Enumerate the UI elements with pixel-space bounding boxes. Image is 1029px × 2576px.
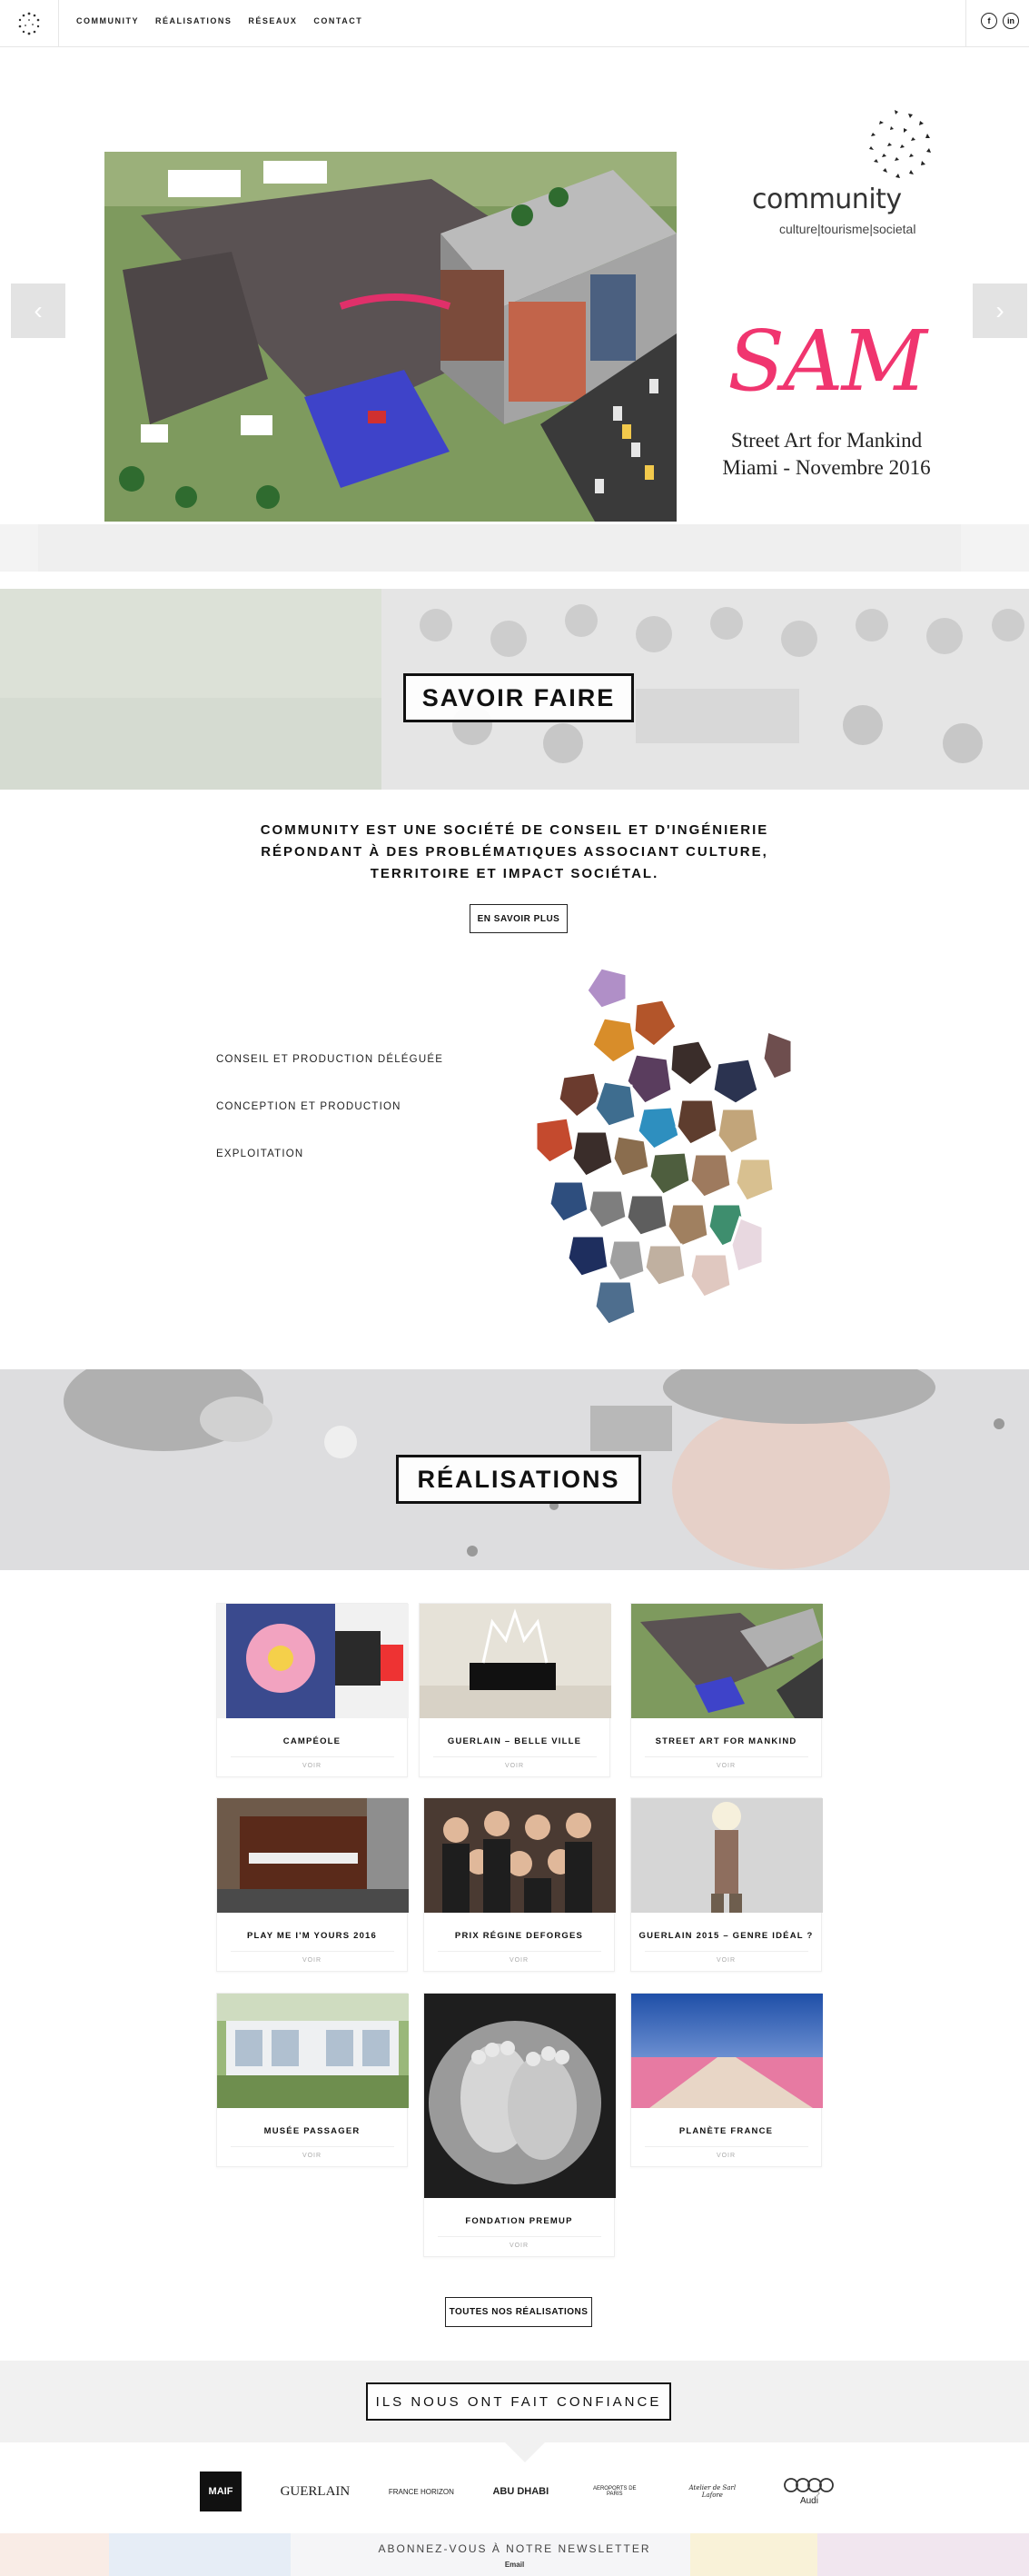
voir-link[interactable]: VOIR bbox=[420, 1757, 609, 1776]
slider-prev-button[interactable]: ‹ bbox=[11, 283, 65, 338]
newsletter-label: ABONNEZ-VOUS À NOTRE NEWSLETTER bbox=[378, 2542, 651, 2555]
realisation-card[interactable]: FONDATION PREMUP VOIR bbox=[423, 1993, 616, 2257]
trust-heading: ILS NOUS ONT FAIT CONFIANCE bbox=[366, 2382, 671, 2421]
community-logo-mini[interactable] bbox=[16, 11, 42, 36]
realisation-thumbnail bbox=[424, 1994, 616, 2198]
voir-link[interactable]: VOIR bbox=[217, 1757, 407, 1776]
en-savoir-plus-button[interactable]: EN SAVOIR PLUS bbox=[470, 904, 568, 933]
client-logo-abu-dhabi: ABU DHABI bbox=[492, 2486, 549, 2497]
hero-slide-image bbox=[104, 152, 677, 522]
social-links: f in bbox=[981, 13, 1019, 29]
realisation-card[interactable]: GUERLAIN – BELLE VILLE VOIR bbox=[419, 1603, 611, 1777]
voir-link[interactable]: VOIR bbox=[424, 2237, 614, 2256]
slide-subtitle: Street Art for Mankind Miami - Novembre … bbox=[704, 427, 949, 482]
service-item[interactable]: CONCEPTION ET PRODUCTION bbox=[216, 1101, 443, 1149]
photo-mosaic bbox=[534, 963, 826, 1345]
trust-band-notch bbox=[505, 2442, 545, 2462]
realisation-thumbnail bbox=[420, 1604, 611, 1718]
voir-link[interactable]: VOIR bbox=[631, 2147, 821, 2166]
nav-community[interactable]: COMMUNITY bbox=[76, 16, 139, 25]
community-brand-logo: community culture|tourisme|societal bbox=[745, 102, 954, 247]
voir-link[interactable]: VOIR bbox=[631, 1757, 821, 1776]
realisation-thumbnail bbox=[424, 1798, 616, 1913]
realisation-thumbnail bbox=[631, 1798, 823, 1913]
savoir-faire-intro: COMMUNITY EST UNE SOCIÉTÉ DE CONSEIL ET … bbox=[260, 822, 769, 881]
realisation-title: GUERLAIN – BELLE VILLE bbox=[447, 1736, 582, 1746]
slider-thumb-strip bbox=[0, 524, 1029, 572]
client-logo-maif: MAIF bbox=[200, 2472, 242, 2511]
all-realisations-button[interactable]: TOUTES NOS RÉALISATIONS bbox=[445, 2297, 592, 2327]
services-list: CONSEIL ET PRODUCTION DÉLÉGUÉE CONCEPTIO… bbox=[216, 1054, 443, 1196]
realisation-card[interactable]: PRIX RÉGINE DEFORGES VOIR bbox=[423, 1797, 616, 1972]
nav-contact[interactable]: CONTACT bbox=[313, 16, 362, 25]
client-logo-audi: Audi bbox=[783, 2477, 836, 2506]
nav-reseaux[interactable]: RÉSEAUX bbox=[248, 16, 297, 25]
slider-next-button[interactable]: › bbox=[973, 283, 1027, 338]
realisation-card[interactable]: GUERLAIN 2015 – GENRE IDÉAL ? VOIR bbox=[630, 1797, 823, 1972]
slider-thumb-strip-inner bbox=[38, 524, 961, 572]
realisation-card[interactable]: PLAY ME I'M YOURS 2016 VOIR bbox=[216, 1797, 409, 1972]
realisation-thumbnail bbox=[631, 1994, 823, 2108]
voir-link[interactable]: VOIR bbox=[424, 1952, 614, 1971]
newsletter-section: ABONNEZ-VOUS À NOTRE NEWSLETTER Email bbox=[0, 2533, 1029, 2576]
service-item: EXPLOITATION bbox=[216, 1149, 304, 1159]
realisation-title: GUERLAIN 2015 – GENRE IDÉAL ? bbox=[638, 1931, 814, 1941]
realisation-card[interactable]: CAMPÉOLE VOIR bbox=[216, 1603, 409, 1777]
client-logo-france-horizon: FRANCE HORIZON bbox=[388, 2487, 454, 2496]
newsletter-email-field[interactable]: Email bbox=[0, 2561, 1029, 2569]
chevron-left-icon: ‹ bbox=[34, 296, 43, 324]
voir-link[interactable]: VOIR bbox=[217, 2147, 407, 2166]
realisation-card[interactable]: PLANÈTE FRANCE VOIR bbox=[630, 1993, 823, 2167]
chevron-right-icon: › bbox=[995, 296, 1004, 324]
savoir-faire-heading: SAVOIR FAIRE bbox=[403, 673, 634, 722]
linkedin-icon[interactable]: in bbox=[1003, 13, 1019, 29]
realisation-title: STREET ART FOR MANKIND bbox=[655, 1736, 797, 1746]
realisation-thumbnail bbox=[217, 1604, 409, 1718]
service-item[interactable]: CONSEIL ET PRODUCTION DÉLÉGUÉE bbox=[216, 1054, 443, 1101]
client-logo-atelier: Atelier de Sarl Lafore bbox=[688, 2484, 737, 2499]
client-logo-mark: MAIF bbox=[200, 2472, 242, 2511]
realisation-title: FONDATION PREMUP bbox=[465, 2216, 573, 2226]
client-logos: MAIF GUERLAIN FRANCE HORIZON ABU DHABI A… bbox=[200, 2461, 836, 2522]
voir-link[interactable]: VOIR bbox=[217, 1952, 407, 1971]
realisation-title: CAMPÉOLE bbox=[282, 1736, 341, 1746]
client-logo-label: Audi bbox=[799, 2496, 818, 2506]
realisation-thumbnail bbox=[217, 1798, 409, 1913]
slide-subtitle-line: Miami - Novembre 2016 bbox=[722, 456, 931, 479]
realisation-title: PLANÈTE FRANCE bbox=[678, 2126, 774, 2136]
realisations-heading: RÉALISATIONS bbox=[396, 1455, 641, 1504]
slide-subtitle-line: Street Art for Mankind bbox=[730, 429, 923, 452]
top-bar: COMMUNITY RÉALISATIONS RÉSEAUX CONTACT f… bbox=[0, 0, 1029, 47]
slide-title: SAM bbox=[727, 313, 927, 410]
realisation-thumbnail bbox=[631, 1604, 823, 1718]
realisation-thumbnail bbox=[217, 1994, 409, 2108]
nav-divider bbox=[58, 0, 59, 47]
audi-rings-icon bbox=[784, 2478, 834, 2492]
voir-link[interactable]: VOIR bbox=[631, 1952, 821, 1971]
client-logo-guerlain: GUERLAIN bbox=[280, 2483, 351, 2499]
facebook-icon[interactable]: f bbox=[981, 13, 997, 29]
realisation-card[interactable]: MUSÉE PASSAGER VOIR bbox=[216, 1993, 409, 2167]
brand-tagline: culture|tourisme|societal bbox=[779, 222, 916, 236]
realisation-title: PLAY ME I'M YOURS 2016 bbox=[246, 1931, 378, 1941]
realisation-title: PRIX RÉGINE DEFORGES bbox=[454, 1931, 584, 1941]
client-logo-aeroports-de-paris: AEROPORTS DE PARIS bbox=[592, 2486, 637, 2497]
realisation-card[interactable]: STREET ART FOR MANKIND VOIR bbox=[630, 1603, 823, 1777]
nav-realisations[interactable]: RÉALISATIONS bbox=[155, 16, 232, 25]
hero-slider: community culture|tourisme|societal SAM … bbox=[0, 47, 1029, 524]
realisation-title: MUSÉE PASSAGER bbox=[263, 2126, 361, 2136]
brand-wordmark: community bbox=[752, 184, 902, 215]
main-nav: COMMUNITY RÉALISATIONS RÉSEAUX CONTACT bbox=[76, 16, 362, 25]
dots-logo-icon bbox=[869, 110, 931, 178]
nav-divider bbox=[965, 0, 966, 47]
